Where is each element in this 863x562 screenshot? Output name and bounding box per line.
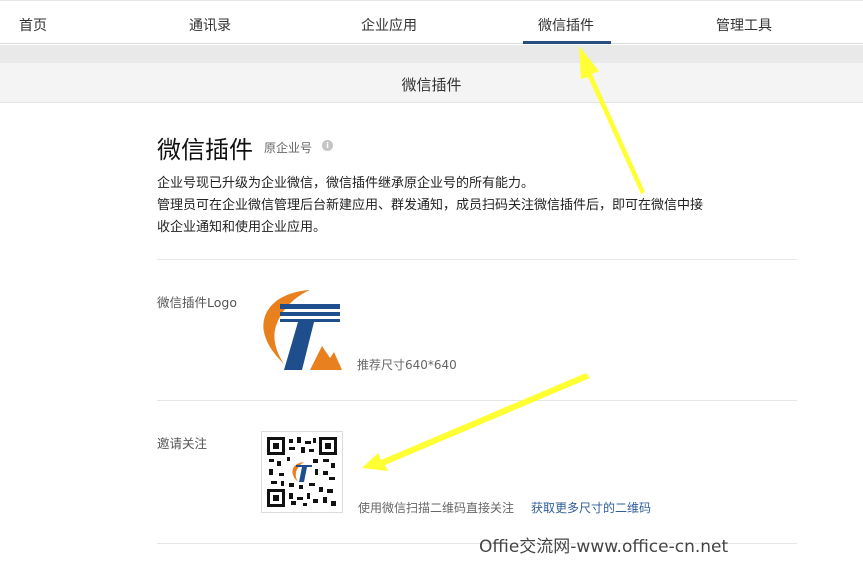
logo-label: 微信插件Logo	[157, 295, 237, 310]
header-gap	[0, 45, 863, 63]
nav-tab-contacts[interactable]: 通讯录	[189, 15, 231, 35]
divider	[157, 259, 797, 260]
sub-header-title: 微信插件	[401, 76, 462, 94]
more-qr-sizes-link[interactable]: 获取更多尺寸的二维码	[531, 499, 651, 516]
nav-tab-admin-tools[interactable]: 管理工具	[716, 15, 772, 35]
top-nav: 首页 通讯录 企业应用 微信插件 管理工具	[0, 0, 863, 44]
info-icon[interactable]: i	[322, 140, 333, 151]
watermark-text: Offie交流网-www.office-cn.net	[479, 537, 729, 557]
nav-tab-home[interactable]: 首页	[19, 15, 47, 35]
page-title: 微信插件	[157, 136, 253, 164]
logo-size-hint: 推荐尺寸640*640	[357, 358, 457, 372]
description-line-2: 管理员可在企业微信管理后台新建应用、群发通知，成员扫码关注微信插件后，即可在微信…	[157, 198, 704, 213]
divider	[157, 400, 797, 401]
company-logo[interactable]	[258, 288, 342, 372]
sub-header: 微信插件	[0, 63, 863, 103]
nav-tab-wechat-plugin[interactable]: 微信插件	[538, 15, 594, 35]
description-line-3: 收企业通知和使用企业应用。	[157, 220, 327, 235]
active-tab-indicator	[523, 41, 611, 44]
nav-tab-enterprise-apps[interactable]: 企业应用	[361, 15, 417, 35]
description-line-1: 企业号现已升级为企业微信，微信插件继承原企业号的所有能力。	[157, 176, 535, 191]
page-subtitle: 原企业号	[264, 141, 313, 155]
qr-code[interactable]	[261, 431, 343, 513]
scan-hint: 使用微信扫描二维码直接关注	[358, 501, 515, 515]
invite-label: 邀请关注	[157, 436, 208, 451]
